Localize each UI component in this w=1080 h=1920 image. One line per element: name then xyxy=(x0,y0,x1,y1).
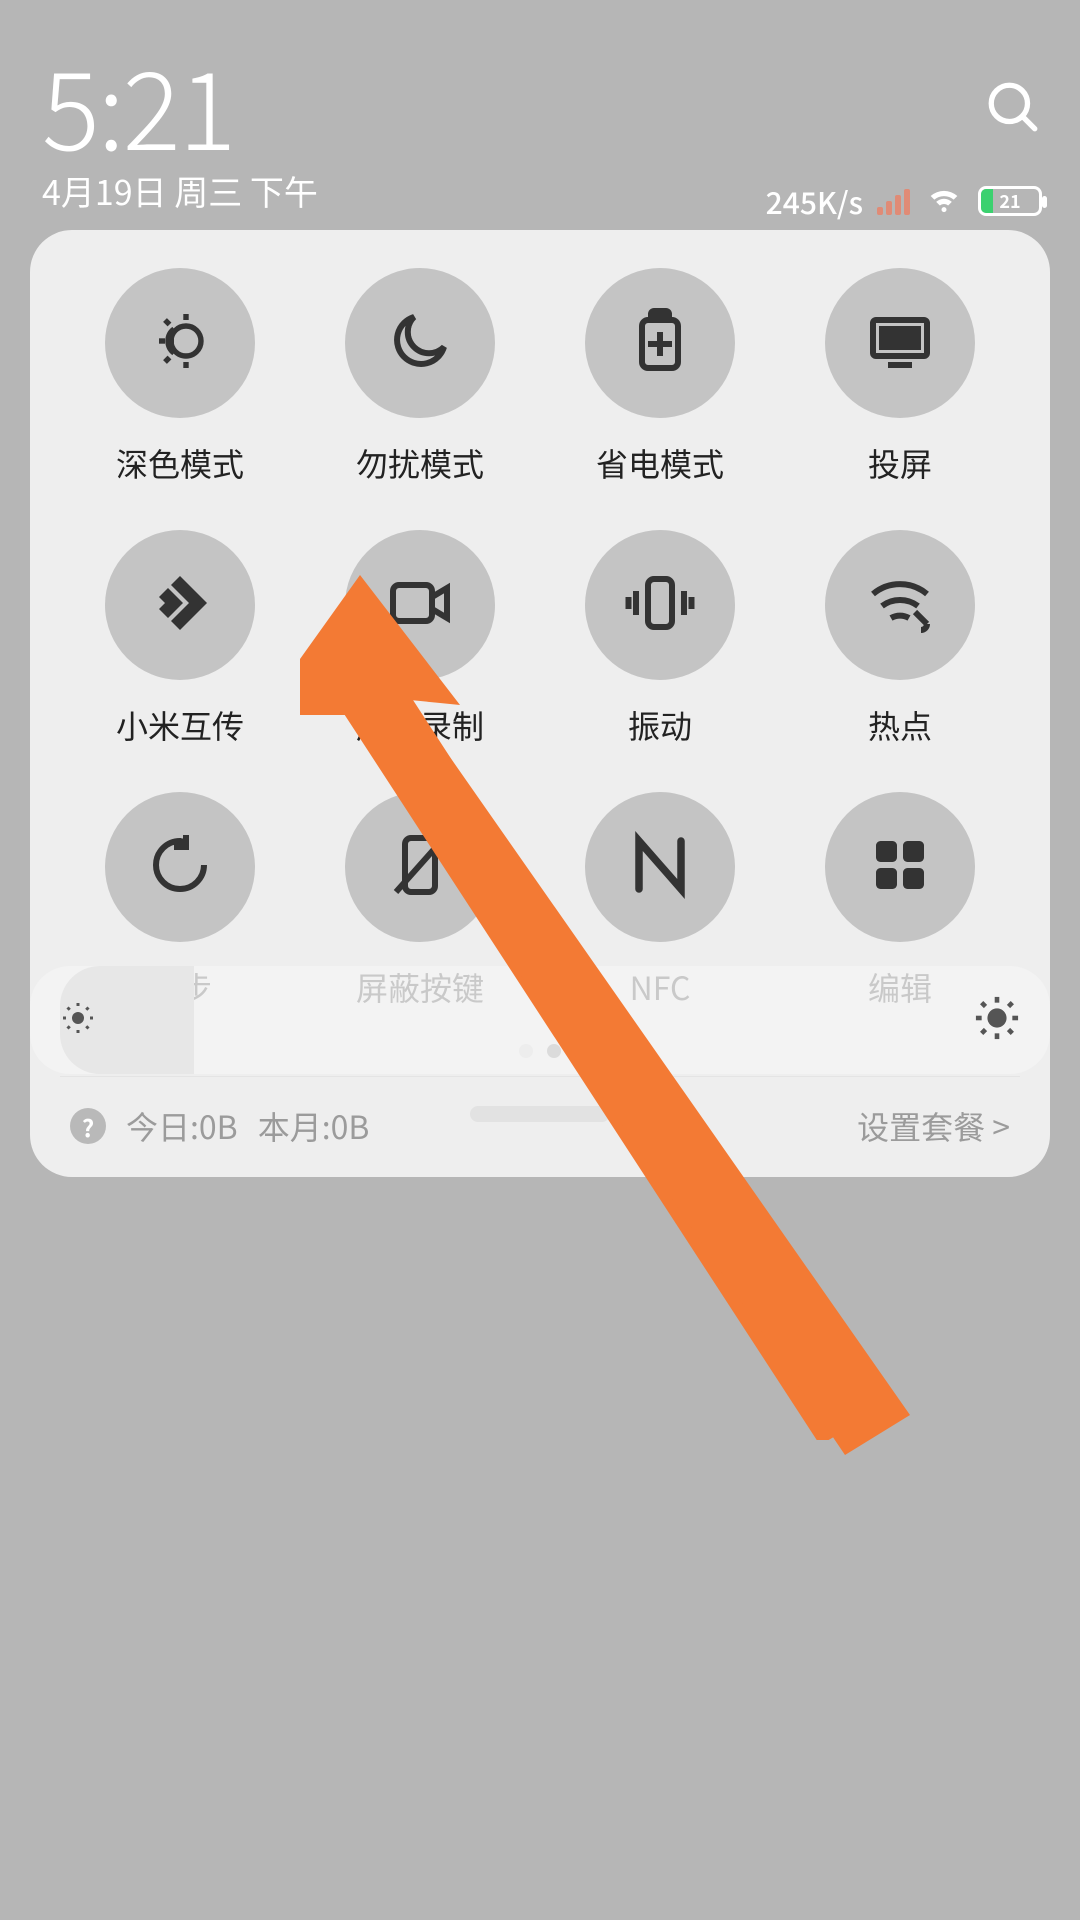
sync-icon xyxy=(144,829,216,906)
help-icon[interactable]: ? xyxy=(70,1108,106,1144)
brightness-slider[interactable] xyxy=(30,966,1050,1074)
network-speed: 245K/s xyxy=(766,179,863,223)
tile-hotspot[interactable]: 热点 xyxy=(780,530,1020,748)
vibrate-icon xyxy=(624,567,696,644)
nfc-icon xyxy=(624,829,696,906)
brightness-low-icon xyxy=(60,1000,96,1041)
tile-dark-mode[interactable]: 深色模式 xyxy=(60,268,300,486)
battery-plus-icon xyxy=(624,305,696,382)
wifi-icon xyxy=(924,178,964,223)
tile-label: 投屏 xyxy=(868,440,932,486)
tile-label: 振动 xyxy=(628,702,692,748)
hotspot-icon xyxy=(864,567,936,644)
tile-label: 屏幕录制 xyxy=(356,702,484,748)
tile-battery-saver[interactable]: 省电模式 xyxy=(540,268,780,486)
status-bar: 245K/s 21 xyxy=(766,178,1042,223)
cellular-signal-icon xyxy=(877,187,910,215)
tile-label: 深色模式 xyxy=(116,440,244,486)
tile-label: 勿扰模式 xyxy=(356,440,484,486)
set-plan-link[interactable]: 设置套餐 > xyxy=(857,1103,1010,1149)
screen-record-icon xyxy=(384,567,456,644)
tile-label: 热点 xyxy=(868,702,932,748)
dark-mode-icon xyxy=(144,305,216,382)
tile-vibrate[interactable]: 振动 xyxy=(540,530,780,748)
clock-time: 5:21 xyxy=(42,50,318,158)
mi-share-icon xyxy=(144,567,216,644)
moon-icon xyxy=(384,305,456,382)
battery-percentage: 21 xyxy=(981,188,1039,214)
tile-mi-share[interactable]: 小米互传 xyxy=(60,530,300,748)
cast-icon xyxy=(864,305,936,382)
data-usage-month: 本月:0B xyxy=(258,1103,370,1149)
brightness-high-icon xyxy=(974,995,1020,1046)
search-icon[interactable] xyxy=(984,78,1042,141)
tile-label: 省电模式 xyxy=(596,440,724,486)
clock-date: 4月19日 周三 下午 xyxy=(42,166,318,215)
data-usage-today: 今日:0B xyxy=(126,1103,238,1149)
panel-handle[interactable] xyxy=(470,1106,610,1122)
battery-icon: 21 xyxy=(978,186,1042,216)
tile-label: 小米互传 xyxy=(116,702,244,748)
grid-edit-icon xyxy=(864,829,936,906)
screen-lock-keys-icon xyxy=(384,829,456,906)
tile-cast[interactable]: 投屏 xyxy=(780,268,1020,486)
tile-dnd[interactable]: 勿扰模式 xyxy=(300,268,540,486)
tile-screen-record[interactable]: 屏幕录制 xyxy=(300,530,540,748)
